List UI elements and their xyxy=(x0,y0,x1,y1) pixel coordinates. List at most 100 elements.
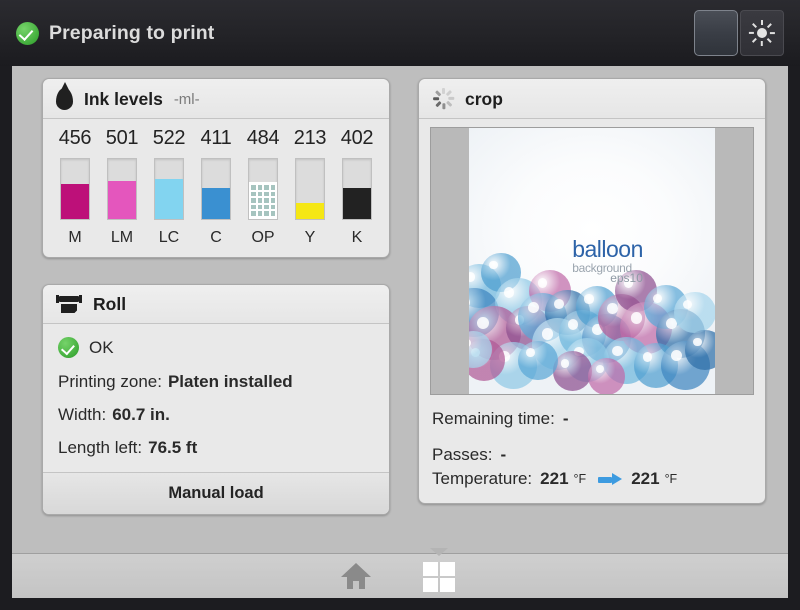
preview-balloon-highlight xyxy=(504,287,515,298)
ink-levels-panel[interactable]: Ink levels -ml- 456 M 501 LM 522 LC 411 C 484 OP 2… xyxy=(42,78,390,258)
ink-unit-label: -ml- xyxy=(173,90,200,108)
temperature-target-unit: °F xyxy=(664,472,678,486)
ink-tank xyxy=(107,158,137,220)
ink-label: Y xyxy=(304,229,316,246)
ink-droplet-icon xyxy=(56,88,73,110)
roll-panel[interactable]: Roll OK Printing zone: Platen installed Wi… xyxy=(42,284,390,515)
ink-cartridge-lm[interactable]: 501 LM xyxy=(100,127,144,247)
preview-balloon-highlight xyxy=(537,278,547,288)
preview-balloon-highlight xyxy=(554,298,564,309)
ink-cartridge-m[interactable]: 456 M xyxy=(53,127,97,247)
ink-tank xyxy=(295,158,325,220)
temperature-current: 221 xyxy=(540,469,569,488)
ink-value: 484 xyxy=(246,127,280,149)
roll-info-label: Printing zone: xyxy=(58,372,162,391)
job-stats: Remaining time: - Passes: - Temperature: 22… xyxy=(419,405,765,503)
preview-balloon-highlight xyxy=(542,328,554,340)
roll-info-value: 76.5 ft xyxy=(148,438,198,457)
job-panel[interactable]: crop balloon background eps10 Remaining … xyxy=(418,78,766,504)
job-stat-row: Remaining time: - xyxy=(432,409,752,429)
roll-panel-title: Roll xyxy=(93,294,127,314)
preview-balloon-highlight xyxy=(568,319,579,330)
check-circle-icon xyxy=(16,21,39,45)
preview-balloon-highlight xyxy=(526,348,535,358)
manual-load-button[interactable]: Manual load xyxy=(43,472,389,514)
ink-tank xyxy=(60,158,90,220)
roll-info-list: Printing zone: Platen installed Width: 60.7… xyxy=(58,372,374,458)
ink-label: M xyxy=(68,229,82,246)
ink-tank xyxy=(342,158,372,220)
ink-cartridge-k[interactable]: 402 K xyxy=(335,127,379,247)
preview-balloon-highlight xyxy=(612,345,623,357)
job-stat-value: - xyxy=(562,409,569,428)
bottom-navigation xyxy=(12,548,788,598)
ink-label: LC xyxy=(158,229,180,246)
ink-fill xyxy=(249,182,277,219)
chevron-down-icon xyxy=(430,548,448,556)
job-preview-image[interactable]: balloon background eps10 xyxy=(430,127,754,395)
preview-balloon-highlight xyxy=(642,352,653,362)
ink-label: K xyxy=(351,229,363,246)
ink-value: 522 xyxy=(152,127,186,149)
printer-status: Preparing to print xyxy=(0,21,215,45)
sun-icon xyxy=(749,20,776,46)
job-panel-header: crop xyxy=(419,79,765,119)
preview-balloon xyxy=(674,291,715,334)
roll-info-row: Width: 60.7 in. xyxy=(58,405,374,425)
roll-info-value: 60.7 in. xyxy=(112,405,170,424)
ink-value: 501 xyxy=(105,127,139,149)
page-title: Preparing to print xyxy=(49,21,215,44)
ink-cartridge-y[interactable]: 213 Y xyxy=(288,127,332,247)
ink-panel-body: 456 M 501 LM 522 LC 411 C 484 OP 213 Y 402 K xyxy=(43,119,389,257)
roll-panel-body: OK Printing zone: Platen installed Width: 6… xyxy=(43,324,389,472)
ink-fill xyxy=(202,187,230,219)
ink-tank xyxy=(201,158,231,220)
arrow-right-icon xyxy=(598,473,623,485)
temperature-current-unit: °F xyxy=(573,472,587,486)
ink-label: C xyxy=(210,229,222,246)
ink-fill xyxy=(343,188,371,219)
ink-value: 411 xyxy=(200,127,232,149)
header-bar: Preparing to print xyxy=(0,0,800,66)
ink-value: 456 xyxy=(58,127,92,149)
ink-panel-header: Ink levels -ml- xyxy=(43,79,389,119)
temperature-target: 221 xyxy=(631,469,660,488)
temperature-row: Temperature: 221 °F 221 °F xyxy=(432,469,752,489)
home-icon[interactable] xyxy=(341,563,371,589)
ink-cartridge-c[interactable]: 411 C xyxy=(194,127,238,247)
preview-balloon-highlight xyxy=(584,294,594,304)
preview-balloon-highlight xyxy=(489,260,498,270)
left-column: Ink levels -ml- 456 M 501 LM 522 LC 411 C 484 OP 2… xyxy=(42,78,390,515)
preview-balloon-highlight xyxy=(630,312,642,324)
main-content: Ink levels -ml- 456 M 501 LM 522 LC 411 C 484 OP 2… xyxy=(12,66,788,553)
ink-label: OP xyxy=(251,229,275,246)
ink-fill xyxy=(61,184,89,219)
job-name: crop xyxy=(465,88,503,109)
header-buttons xyxy=(694,10,784,56)
preview-balloon-highlight xyxy=(607,303,618,314)
job-stat-value: - xyxy=(500,445,507,464)
roll-info-row: Length left: 76.5 ft xyxy=(58,438,374,458)
ink-tank xyxy=(248,158,278,220)
ink-cartridge-lc[interactable]: 522 LC xyxy=(147,127,191,247)
preview-balloon xyxy=(552,351,592,391)
blank-button[interactable] xyxy=(694,10,738,56)
window-grid-icon[interactable] xyxy=(419,548,459,595)
roll-status: OK xyxy=(58,337,374,358)
roll-info-value: Platen installed xyxy=(167,372,293,391)
spinner-icon xyxy=(432,88,454,110)
ink-cartridge-list: 456 M 501 LM 522 LC 411 C 484 OP 213 Y 402 K xyxy=(53,127,379,247)
brightness-button[interactable] xyxy=(740,10,784,56)
roll-feed-icon xyxy=(56,294,82,315)
ink-fill xyxy=(155,178,183,219)
roll-info-label: Width: xyxy=(58,405,107,424)
ink-cartridge-op[interactable]: 484 OP xyxy=(241,127,285,247)
preview-caption: balloon background eps10 xyxy=(572,238,643,285)
right-column: crop balloon background eps10 Remaining … xyxy=(418,78,766,504)
ink-panel-title: Ink levels xyxy=(84,88,163,109)
job-stat-label: Passes: xyxy=(432,445,493,464)
ink-tank xyxy=(154,158,184,220)
ink-label: LM xyxy=(110,229,134,246)
preview-balloon-highlight xyxy=(477,316,490,329)
ink-value: 402 xyxy=(340,127,374,149)
